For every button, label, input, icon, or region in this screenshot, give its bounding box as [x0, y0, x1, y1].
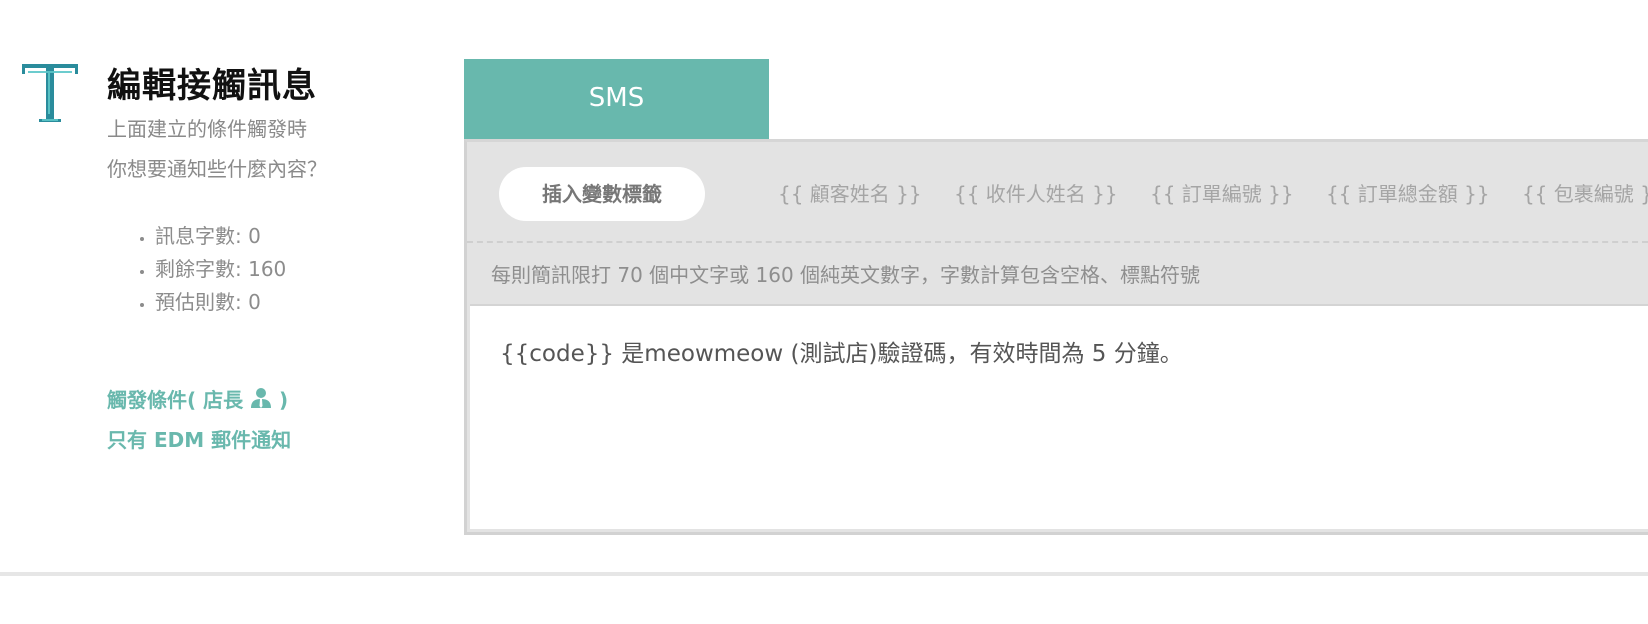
divider — [467, 241, 1648, 243]
trigger-condition: 觸發條件( 店長 ) 只有 EDM 郵件通知 — [107, 380, 291, 460]
variable-tag-package-number[interactable]: {{ 包裹編號 }} — [1522, 182, 1648, 206]
user-icon — [251, 388, 272, 408]
page-subtitle: 上面建立的條件觸發時 你想要通知些什麼內容？ — [107, 109, 327, 189]
message-editor[interactable]: {{code}} 是meowmeow (測試店)驗證碼，有效時間為 5 分鐘。 — [470, 304, 1648, 529]
message-panel: 插入變數標籤 {{ 顧客姓名 }} {{ 收件人姓名 }} {{ 訂單編號 }}… — [464, 139, 1648, 535]
variable-tag-order-number[interactable]: {{ 訂單編號 }} — [1150, 182, 1294, 206]
message-stats-list: 訊息字數: 0 剩餘字數: 160 預估則數: 0 — [130, 220, 286, 319]
variable-tag-order-total[interactable]: {{ 訂單總金額 }} — [1326, 182, 1490, 206]
variable-tag-list: {{ 顧客姓名 }} {{ 收件人姓名 }} {{ 訂單編號 }} {{ 訂單總… — [778, 178, 1648, 207]
trigger-line-1: 觸發條件( 店長 ) — [107, 380, 291, 420]
trigger-close-paren: ) — [279, 388, 289, 412]
trigger-label: 觸發條件( 店長 — [107, 388, 244, 412]
sms-limit-hint: 每則簡訊限打 70 個中文字或 160 個純英文數字，字數計算包含空格、標點符號 — [491, 263, 1201, 287]
stat-message-length: 訊息字數: 0 — [155, 220, 286, 253]
variable-tag-recipient-name[interactable]: {{ 收件人姓名 }} — [954, 182, 1118, 206]
text-t-icon — [22, 64, 78, 122]
stat-remaining-chars: 剩餘字數: 160 — [155, 253, 286, 286]
stat-estimated-count: 預估則數: 0 — [155, 286, 286, 319]
tab-sms[interactable]: SMS — [464, 59, 769, 139]
section-divider — [0, 572, 1648, 576]
subtitle-line-1: 上面建立的條件觸發時 — [107, 117, 307, 141]
page-title: 編輯接觸訊息 — [107, 66, 317, 106]
insert-variable-button[interactable]: 插入變數標籤 — [499, 167, 705, 221]
variable-tag-customer-name[interactable]: {{ 顧客姓名 }} — [778, 182, 922, 206]
subtitle-line-2: 你想要通知些什麼內容？ — [107, 157, 327, 181]
trigger-line-2: 只有 EDM 郵件通知 — [107, 428, 292, 452]
